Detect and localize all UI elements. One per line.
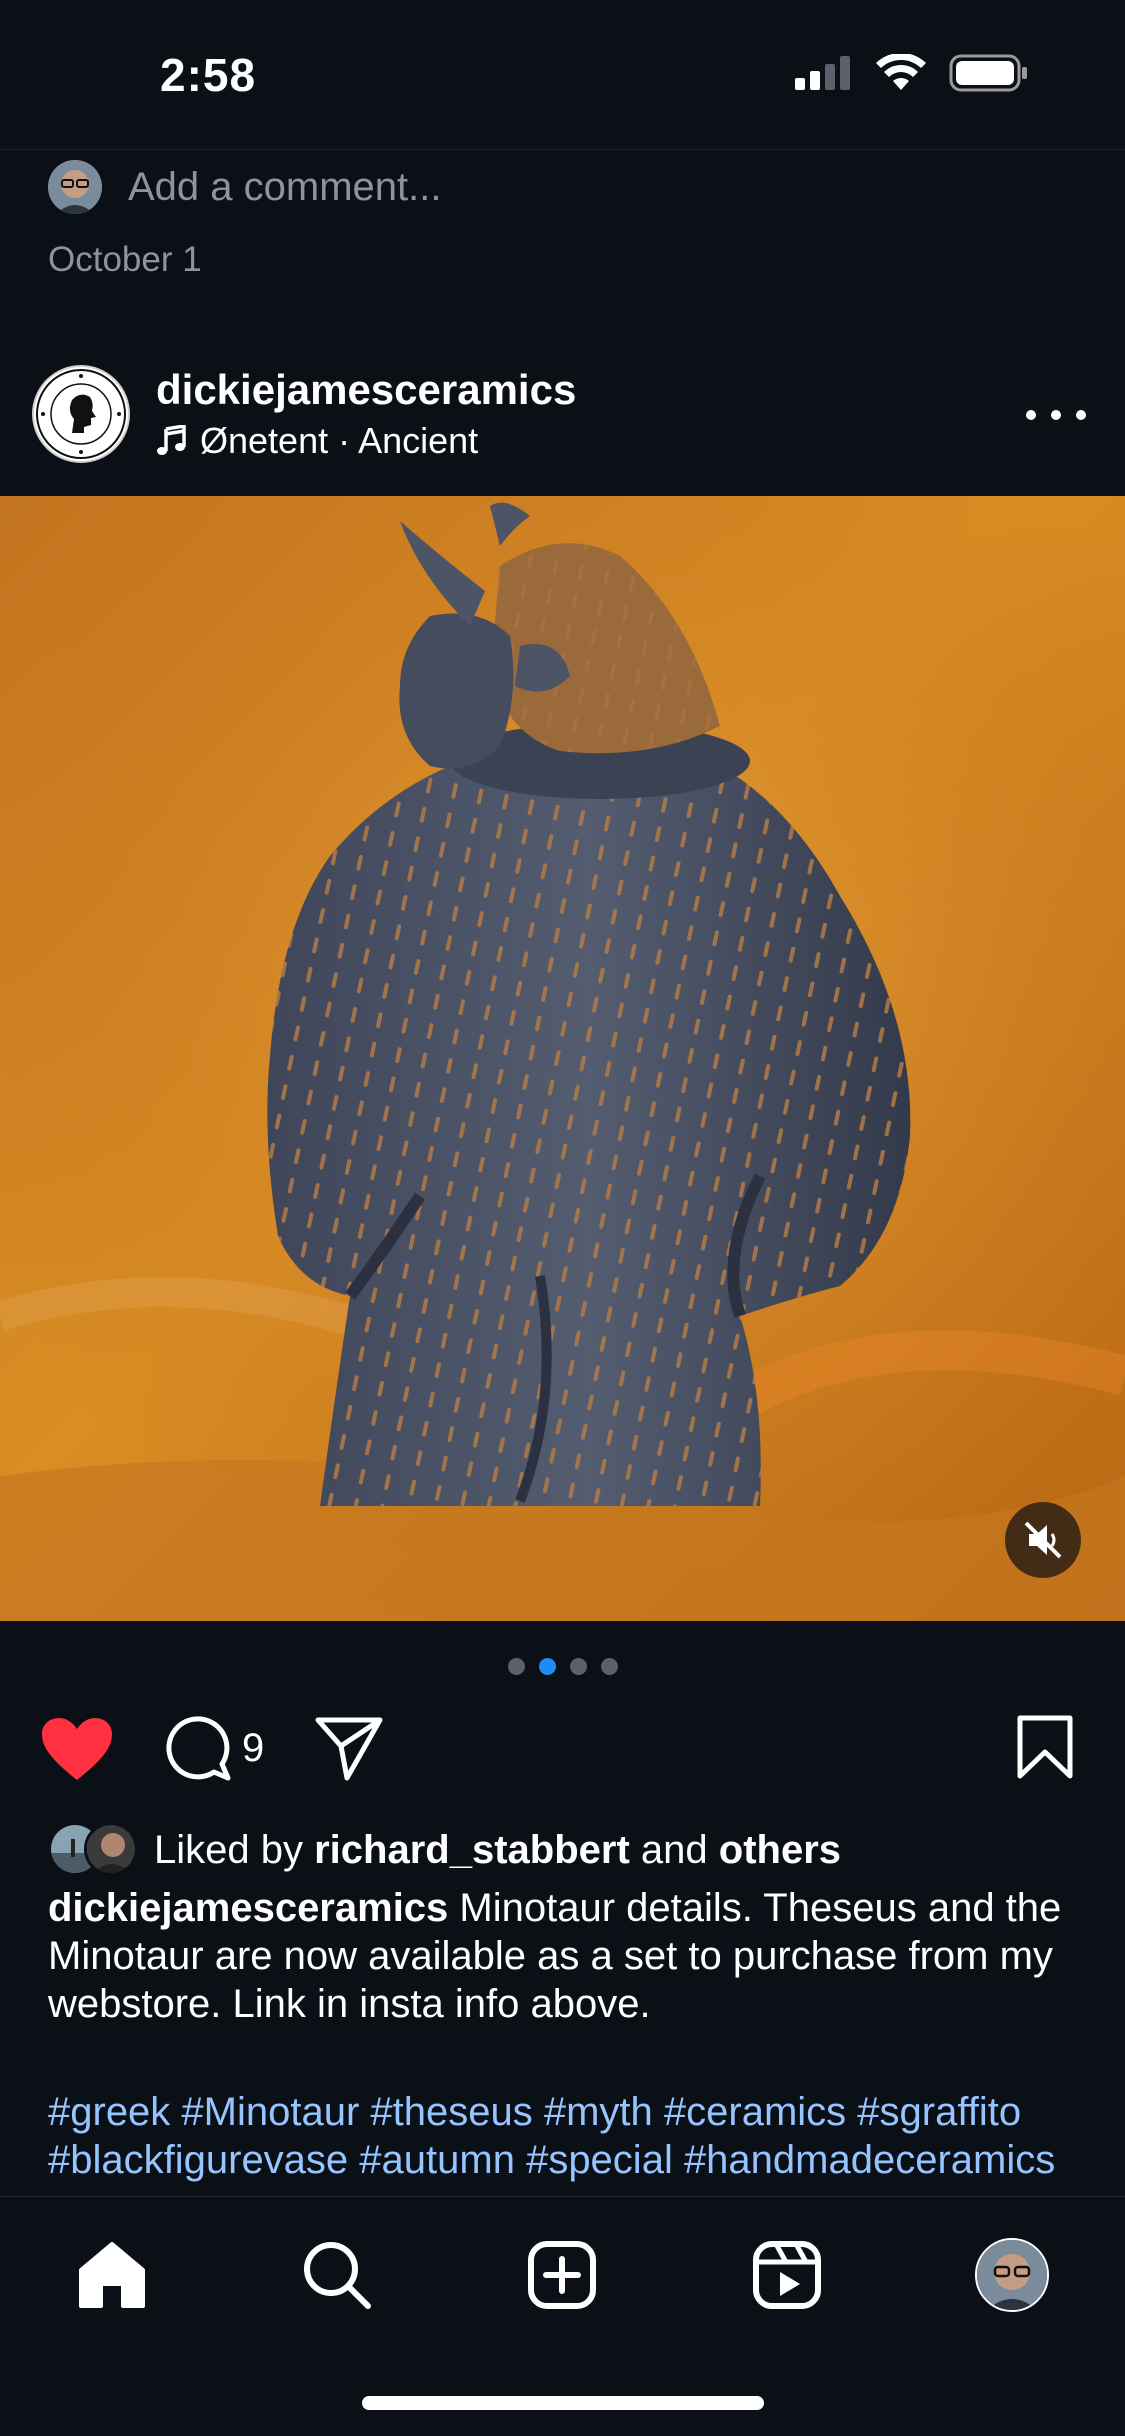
cellular-signal-icon	[795, 56, 850, 90]
liked-by-joiner: and	[640, 1827, 708, 1872]
comment-input[interactable]: Add a comment...	[128, 165, 441, 210]
carousel-dot	[570, 1658, 587, 1675]
status-icons	[795, 54, 1029, 92]
liked-by-user[interactable]: richard_stabbert	[314, 1828, 630, 1873]
liker-avatars	[48, 1822, 148, 1878]
like-button[interactable]	[40, 1716, 114, 1782]
post-image[interactable]	[0, 496, 1125, 1621]
carousel-dot	[601, 1658, 618, 1675]
carousel-dot	[508, 1658, 525, 1675]
music-note-icon	[157, 425, 186, 455]
share-button[interactable]	[314, 1714, 384, 1782]
heart-filled-icon	[42, 1718, 112, 1780]
post-header: dickiejamesceramics Ønetent · Ancient	[32, 360, 1092, 470]
speaker-muted-icon[interactable]	[1005, 1502, 1081, 1578]
caption-hashtags[interactable]: #greek #Minotaur #theseus #myth #ceramic…	[48, 2088, 1088, 2196]
avatar	[48, 160, 102, 214]
more-options-icon[interactable]	[1026, 400, 1086, 430]
tab-create[interactable]	[522, 2235, 602, 2315]
home-icon	[79, 2242, 145, 2308]
comment-count: 9	[242, 1725, 265, 1770]
avatar	[975, 2238, 1049, 2312]
post-action-bar: 9	[40, 1712, 1085, 1792]
battery-icon	[949, 54, 1027, 92]
comment-bubble-icon	[166, 1716, 231, 1781]
tab-home[interactable]	[72, 2235, 152, 2315]
audio-label: Ønetent · Ancient	[200, 420, 479, 461]
caption-username[interactable]: dickiejamesceramics	[48, 1886, 448, 1930]
home-indicator	[362, 2396, 764, 2410]
reels-icon	[753, 2241, 821, 2309]
plus-square-icon	[528, 2241, 596, 2309]
post-caption: dickiejamesceramics Minotaur details. Th…	[48, 1884, 1088, 2028]
comment-button[interactable]: 9	[164, 1714, 264, 1782]
carousel-indicator	[508, 1658, 618, 1675]
tab-search[interactable]	[297, 2235, 377, 2315]
post-author-avatar[interactable]	[32, 365, 130, 463]
paper-plane-icon	[315, 1717, 383, 1781]
wifi-icon	[876, 54, 926, 90]
liked-by-others[interactable]: others	[719, 1828, 841, 1873]
tab-profile[interactable]	[972, 2235, 1052, 2315]
save-button[interactable]	[1016, 1714, 1074, 1780]
status-bar: 2:58	[0, 0, 1125, 150]
liked-by-row[interactable]: Liked by richard_stabbert and others	[48, 1822, 841, 1878]
post-audio-link[interactable]: Ønetent · Ancient	[156, 420, 478, 462]
bookmark-icon	[1017, 1715, 1073, 1779]
liked-by-prefix: Liked by	[154, 1827, 303, 1872]
avatar	[84, 1822, 138, 1876]
post-date: October 1	[48, 240, 202, 279]
add-comment-row[interactable]: Add a comment...	[48, 160, 441, 214]
post-username[interactable]: dickiejamesceramics	[156, 366, 576, 414]
status-time: 2:58	[160, 49, 257, 101]
tab-reels[interactable]	[747, 2235, 827, 2315]
carousel-dot-active	[539, 1658, 556, 1675]
search-icon	[304, 2242, 371, 2309]
